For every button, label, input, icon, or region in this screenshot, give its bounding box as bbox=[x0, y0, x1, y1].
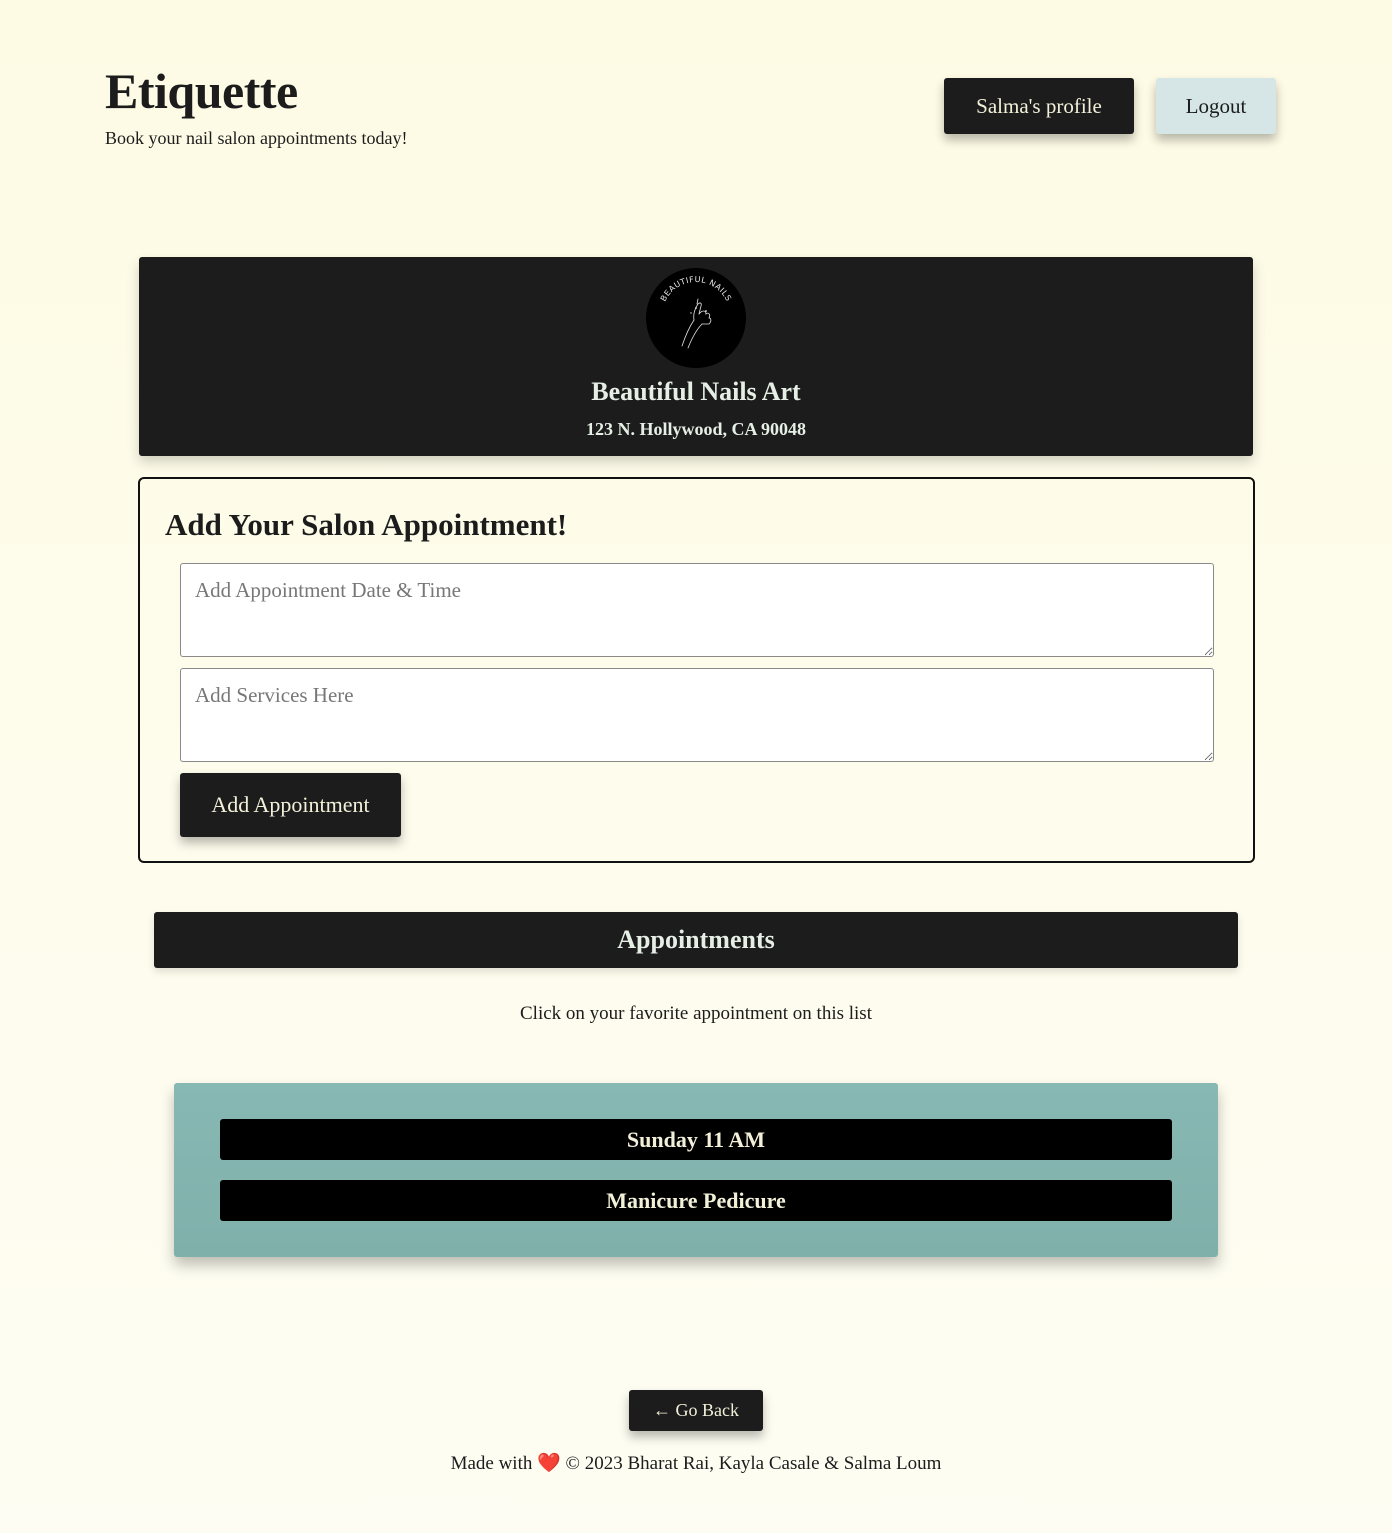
appointment-item[interactable]: Sunday 11 AM Manicure Pedicure bbox=[174, 1083, 1218, 1257]
appointment-services: Manicure Pedicure bbox=[220, 1180, 1172, 1221]
services-input[interactable] bbox=[180, 668, 1214, 762]
appointments-hint: Click on your favorite appointment on th… bbox=[520, 1003, 872, 1024]
appointment-form: Add Your Salon Appointment! Add Appointm… bbox=[138, 477, 1255, 863]
appointment-time: Sunday 11 AM bbox=[220, 1119, 1172, 1160]
svg-text:BEAUTIFUL NAILS: BEAUTIFUL NAILS bbox=[659, 275, 733, 303]
salon-logo-graphic: BEAUTIFUL NAILS bbox=[659, 275, 733, 349]
salon-name: Beautiful Nails Art bbox=[591, 377, 801, 406]
form-title: Add Your Salon Appointment! bbox=[165, 507, 568, 542]
go-back-button[interactable]: ← Go Back bbox=[629, 1390, 763, 1431]
hand-icon bbox=[681, 298, 712, 349]
page-header: Etiquette Book your nail salon appointme… bbox=[0, 0, 1392, 200]
footer: Made with ❤️ © 2023 Bharat Rai, Kayla Ca… bbox=[0, 1451, 1392, 1475]
salon-card: BEAUTIFUL NAILS Beautiful Nails Art 123 … bbox=[139, 257, 1253, 456]
salon-logo: BEAUTIFUL NAILS bbox=[646, 268, 746, 368]
app-tagline: Book your nail salon appointments today! bbox=[105, 128, 408, 148]
footer-made-with: Made with bbox=[450, 1453, 533, 1474]
salon-logo-text: BEAUTIFUL NAILS bbox=[659, 275, 733, 303]
heart-icon: ❤️ bbox=[537, 1453, 561, 1474]
logout-button[interactable]: Logout bbox=[1156, 78, 1276, 134]
profile-button[interactable]: Salma's profile bbox=[944, 78, 1134, 134]
app-title: Etiquette bbox=[105, 63, 298, 119]
salon-address: 123 N. Hollywood, CA 90048 bbox=[585, 419, 807, 439]
add-appointment-button[interactable]: Add Appointment bbox=[180, 773, 401, 837]
appointment-datetime-input[interactable] bbox=[180, 563, 1214, 657]
appointments-header: Appointments bbox=[154, 912, 1238, 968]
footer-credits: © 2023 Bharat Rai, Kayla Casale & Salma … bbox=[565, 1453, 942, 1474]
appointments-title: Appointments bbox=[617, 925, 775, 954]
